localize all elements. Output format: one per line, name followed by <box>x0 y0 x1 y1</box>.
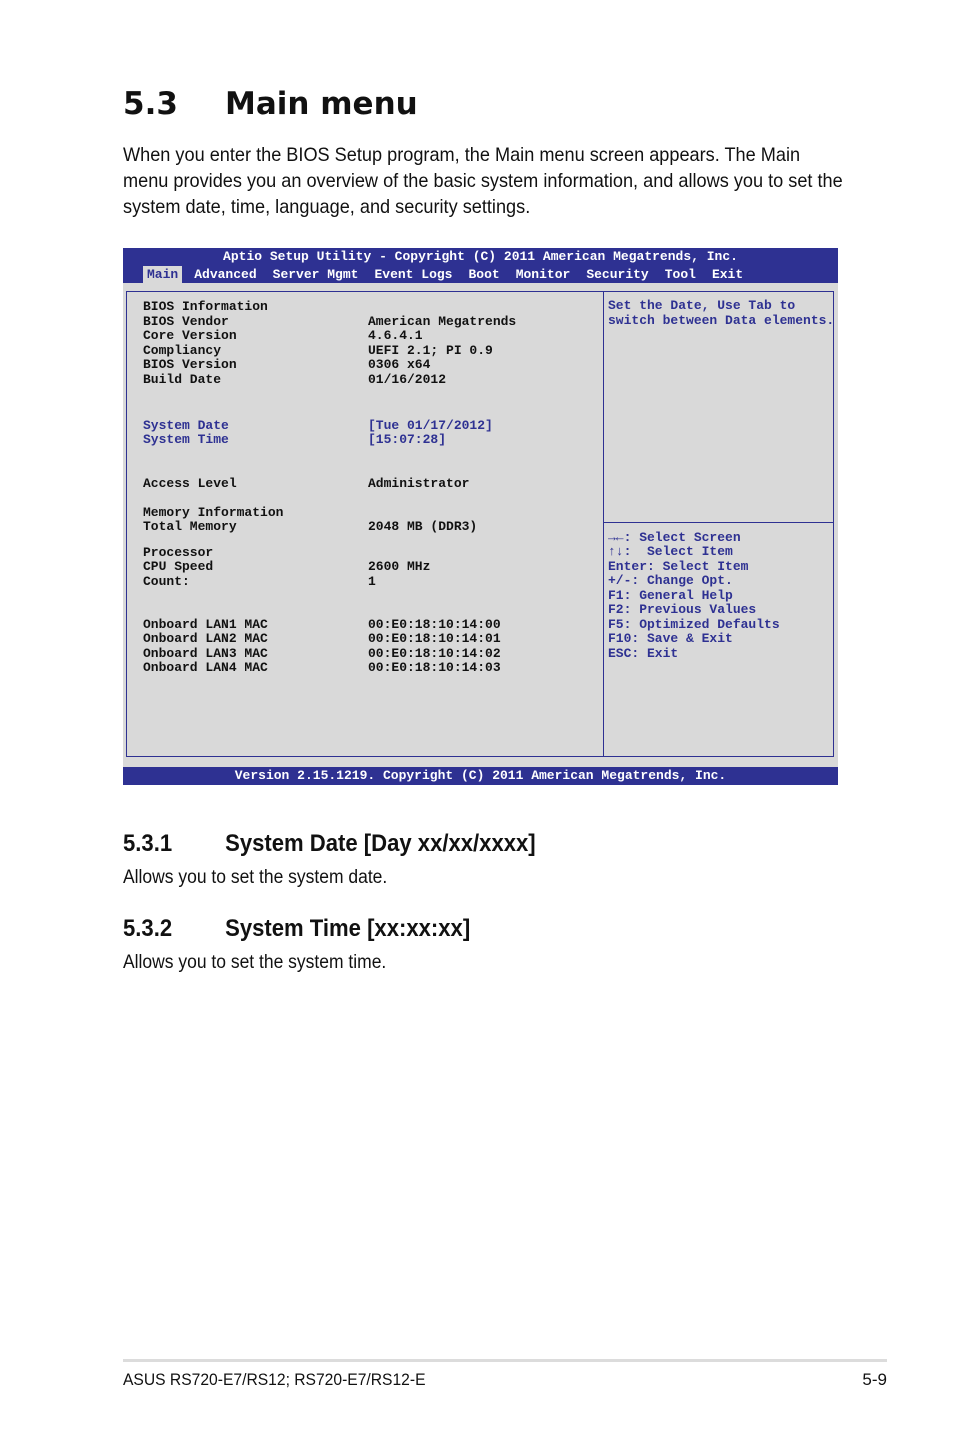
subsection-number: 5.3.1 <box>123 830 173 857</box>
info-row-access-level: Access Level Administrator <box>143 475 469 492</box>
subsection-description: Allows you to set the system time. <box>123 952 387 973</box>
tab-exit[interactable]: Exit <box>708 266 747 283</box>
panel-divider-vertical <box>603 291 604 757</box>
row-label: Access Level <box>143 475 237 491</box>
intro-paragraph: When you enter the BIOS Setup program, t… <box>123 144 843 218</box>
key-help-select-screen: →←: Select Screen <box>608 529 741 545</box>
info-row-cpu-speed: CPU Speed 2600 MHz <box>143 559 430 575</box>
help-text-line: switch between Data elements. <box>608 312 835 328</box>
subsection-heading-system-date: 5.3.1 System Date [Day xx/xx/xxxx] <box>123 830 536 858</box>
section-number: 5.3 <box>123 86 178 122</box>
system-time-field[interactable]: [15:07:28] <box>368 432 446 448</box>
key-help-select-item: ↑↓: Select Item <box>608 544 733 559</box>
row-label: Processor <box>143 544 214 560</box>
tab-monitor[interactable]: Monitor <box>512 266 575 283</box>
tab-security[interactable]: Security <box>582 266 652 283</box>
row-value: 00:E0:18:10:14:01 <box>368 631 501 646</box>
row-label: System Time <box>143 432 229 447</box>
info-row-total-memory: Total Memory 2048 MB (DDR3) <box>143 519 477 535</box>
setting-row-system-time[interactable]: System Time [15:07:28] <box>143 432 446 448</box>
row-label: Compliancy <box>143 342 222 358</box>
info-row-core-version: Core Version 4.6.4.1 <box>143 328 423 344</box>
row-value: 4.6.4.1 <box>368 328 423 343</box>
row-label: Count: <box>143 573 190 589</box>
bios-title: Aptio Setup Utility - Copyright (C) 2011… <box>223 249 738 264</box>
subsection-description: Allows you to set the system date. <box>123 867 388 888</box>
help-text-line: Set the Date, Use Tab to <box>608 298 796 313</box>
info-row-lan1-mac: Onboard LAN1 MAC 00:E0:18:10:14:00 <box>143 616 501 633</box>
footer-page-number: 5-9 <box>862 1370 887 1389</box>
section-heading: 5.3 Main menu <box>123 86 418 122</box>
row-value: 00:E0:18:10:14:00 <box>368 616 501 632</box>
row-value: UEFI 2.1; PI 0.9 <box>368 342 493 358</box>
tab-boot[interactable]: Boot <box>464 266 503 283</box>
subsection-title: System Time [xx:xx:xx] <box>225 915 471 942</box>
bios-version-footer: Version 2.15.1219. Copyright (C) 2011 Am… <box>123 767 838 785</box>
bios-screenshot: Aptio Setup Utility - Copyright (C) 2011… <box>123 248 838 785</box>
panel-divider-horizontal <box>603 522 834 523</box>
section-title: Main menu <box>225 86 418 122</box>
tab-advanced[interactable]: Advanced <box>190 266 260 283</box>
row-label: Onboard LAN4 MAC <box>143 660 268 675</box>
system-date-field[interactable]: [Tue 01/17/2012] <box>368 418 493 434</box>
info-row-compliancy: Compliancy UEFI 2.1; PI 0.9 <box>143 342 493 359</box>
subsection-heading-system-time: 5.3.2 System Time [xx:xx:xx] <box>123 915 470 943</box>
row-label: Build Date <box>143 371 222 387</box>
row-label: CPU Speed <box>143 559 214 574</box>
footer-product-name: ASUS RS720-E7/RS12; RS720-E7/RS12-E <box>123 1370 426 1389</box>
bios-title-bar: Aptio Setup Utility - Copyright (C) 2011… <box>123 248 838 283</box>
row-label: BIOS Information <box>143 299 268 314</box>
tab-tool[interactable]: Tool <box>661 266 700 283</box>
row-value: 2048 MB (DDR3) <box>368 519 478 534</box>
row-label: Onboard LAN2 MAC <box>143 631 268 646</box>
info-row-bios-version: BIOS Version 0306 x64 <box>143 357 430 373</box>
info-row-bios-information: BIOS Information <box>143 299 268 315</box>
row-value: 01/16/2012 <box>368 371 447 387</box>
row-value: Administrator <box>368 475 470 491</box>
row-value: 00:E0:18:10:14:02 <box>368 645 501 661</box>
row-value: American Megatrends <box>368 313 517 329</box>
setting-row-system-date[interactable]: System Date [Tue 01/17/2012] <box>143 417 493 434</box>
key-help-change-opt: +/-: Change Opt. <box>608 573 733 588</box>
tab-main[interactable]: Main <box>143 266 183 283</box>
row-label: Total Memory <box>143 519 237 534</box>
info-row-lan3-mac: Onboard LAN3 MAC 00:E0:18:10:14:02 <box>143 645 501 662</box>
subsection-title: System Date [Day xx/xx/xxxx] <box>225 830 536 857</box>
key-help-f1: F1: General Help <box>608 587 733 603</box>
row-label: Onboard LAN3 MAC <box>143 645 268 661</box>
row-value: 0306 x64 <box>368 357 431 372</box>
row-value: 00:E0:18:10:14:03 <box>368 660 501 675</box>
row-value: 1 <box>368 573 376 589</box>
subsection-number: 5.3.2 <box>123 915 173 942</box>
key-help-esc: ESC: Exit <box>608 645 679 661</box>
key-help-f2: F2: Previous Values <box>608 602 757 617</box>
key-help-enter: Enter: Select Item <box>608 558 749 574</box>
bios-tab-bar: Main Advanced Server Mgmt Event Logs Boo… <box>143 266 755 283</box>
row-label: Core Version <box>143 328 237 343</box>
row-label: BIOS Version <box>143 357 237 372</box>
row-label: BIOS Vendor <box>143 313 229 329</box>
key-help-f10: F10: Save & Exit <box>608 631 733 646</box>
row-label: Onboard LAN1 MAC <box>143 616 268 632</box>
info-row-memory-information: Memory Information <box>143 504 284 521</box>
info-row-build-date: Build Date 01/16/2012 <box>143 371 446 388</box>
info-row-lan2-mac: Onboard LAN2 MAC 00:E0:18:10:14:01 <box>143 631 501 647</box>
footer-divider <box>123 1359 887 1362</box>
row-label: Memory Information <box>143 504 284 520</box>
info-row-bios-vendor: BIOS Vendor American Megatrends <box>143 313 516 330</box>
row-label: System Date <box>143 417 229 433</box>
info-row-processor: Processor <box>143 544 214 561</box>
tab-event-logs[interactable]: Event Logs <box>370 266 456 283</box>
info-row-lan4-mac: Onboard LAN4 MAC 00:E0:18:10:14:03 <box>143 660 501 676</box>
row-value: 2600 MHz <box>368 559 431 574</box>
info-row-count: Count: 1 <box>143 573 376 590</box>
key-help-f5: F5: Optimized Defaults <box>608 616 780 632</box>
tab-server-mgmt[interactable]: Server Mgmt <box>269 266 363 283</box>
